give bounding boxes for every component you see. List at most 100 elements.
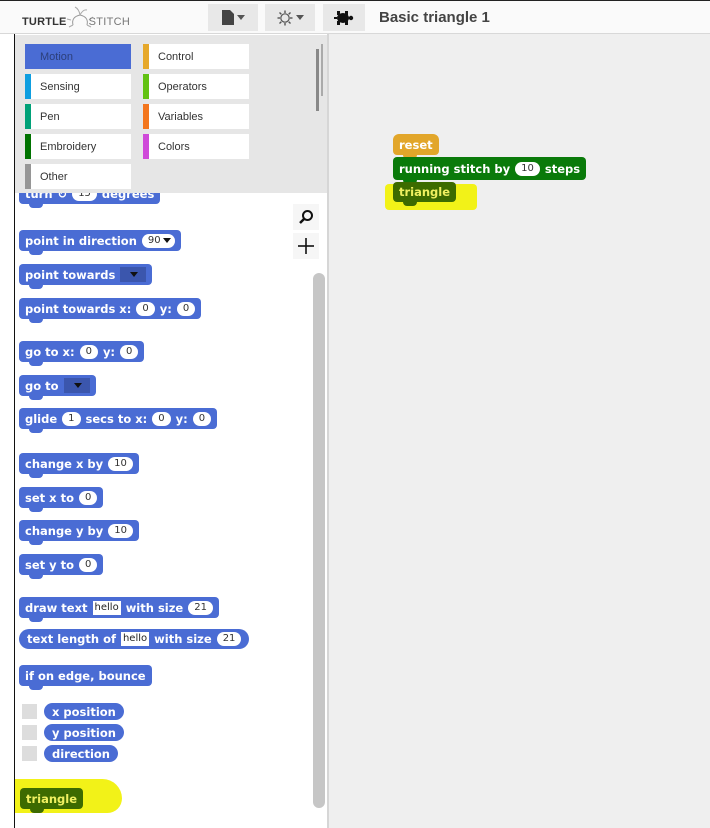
scripting-area[interactable]: reset running stitch by 10 steps triangl…: [329, 34, 710, 828]
category-pen[interactable]: Pen: [25, 104, 131, 129]
target-dropdown[interactable]: [120, 267, 147, 282]
block-text: reset: [399, 137, 433, 152]
category-scrollbar[interactable]: [316, 49, 319, 111]
category-color-swatch: [25, 104, 31, 129]
value-input[interactable]: 0: [78, 490, 98, 505]
x-input[interactable]: 0: [79, 344, 98, 359]
category-motion[interactable]: Motion: [25, 44, 131, 69]
category-label: Control: [158, 50, 194, 63]
target-dropdown[interactable]: [63, 378, 90, 393]
steps-input[interactable]: 10: [515, 161, 540, 176]
block-text: steps: [544, 161, 581, 176]
block-custom-triangle[interactable]: triangle: [20, 788, 84, 813]
turtle-button[interactable]: [323, 4, 365, 31]
category-label: Pen: [40, 110, 60, 123]
category-label: Operators: [158, 80, 207, 93]
block-point-towards[interactable]: point towards: [19, 264, 153, 289]
block-text: degrees: [101, 193, 155, 201]
block-text-length[interactable]: text length of hello with size 21: [19, 629, 250, 649]
category-label: Motion: [40, 50, 74, 63]
size-input[interactable]: 21: [216, 632, 242, 646]
project-title: Basic triangle 1: [379, 9, 490, 26]
value-input[interactable]: 0: [79, 557, 98, 572]
chevron-down-icon: [295, 15, 304, 20]
reporter-y-position[interactable]: y position: [44, 724, 124, 741]
category-color-swatch: [25, 74, 31, 99]
block-go-to[interactable]: go to: [19, 375, 96, 400]
y-input[interactable]: 0: [192, 411, 212, 426]
category-color-swatch: [143, 104, 149, 129]
direction-value: 90: [147, 235, 161, 246]
block-reset[interactable]: reset: [393, 134, 439, 159]
block-custom-triangle[interactable]: triangle: [393, 182, 457, 206]
category-label: Other: [40, 170, 68, 183]
block-text: x position: [52, 704, 116, 719]
top-bar: TURTLE STITCH Basic triangle 1: [0, 0, 710, 34]
block-text: text length of: [27, 632, 116, 646]
category-color-swatch: [143, 74, 149, 99]
reporter-direction[interactable]: direction: [44, 745, 118, 762]
block-text: change x by: [25, 456, 104, 471]
value-input[interactable]: 10: [108, 456, 133, 471]
block-if-on-edge-bounce[interactable]: if on edge, bounce: [19, 665, 152, 690]
reporter-x-position[interactable]: x position: [44, 703, 124, 720]
block-set-y[interactable]: set y to 0: [19, 554, 104, 579]
search-icon: [299, 210, 313, 224]
block-text: y:: [102, 344, 116, 359]
direction-checkbox[interactable]: [22, 746, 37, 761]
degrees-input[interactable]: 15: [72, 193, 97, 201]
category-control[interactable]: Control: [143, 44, 249, 69]
block-running-stitch[interactable]: running stitch by 10 steps: [393, 157, 587, 184]
block-turn[interactable]: turn ↻ 15 degrees: [19, 193, 161, 208]
block-set-x[interactable]: set x to 0: [19, 487, 104, 512]
block-text: with size: [125, 600, 184, 615]
block-text: point towards x:: [25, 301, 132, 316]
category-color-swatch: [25, 164, 31, 189]
search-blocks-button[interactable]: [293, 204, 319, 230]
make-block-button[interactable]: [293, 233, 319, 259]
block-text: set y to: [25, 557, 75, 572]
file-menu-button[interactable]: [208, 4, 258, 31]
direction-dropdown[interactable]: 90: [141, 233, 175, 248]
chevron-down-icon: [162, 238, 171, 243]
y-position-checkbox[interactable]: [22, 725, 37, 740]
text-input[interactable]: hello: [120, 632, 150, 646]
block-change-y[interactable]: change y by 10: [19, 520, 139, 545]
turtlestitch-logo[interactable]: TURTLE STITCH: [22, 5, 130, 31]
block-point-in-direction[interactable]: point in direction 90: [19, 230, 181, 255]
block-text: y:: [159, 301, 172, 316]
settings-menu-button[interactable]: [265, 4, 315, 31]
category-variables[interactable]: Variables: [143, 104, 249, 129]
category-color-swatch: [25, 134, 31, 159]
block-text: turn: [25, 193, 53, 201]
block-draw-text[interactable]: draw text hello with size 21: [19, 597, 219, 622]
y-input[interactable]: 0: [176, 301, 196, 316]
text-input[interactable]: hello: [92, 600, 121, 615]
y-input[interactable]: 0: [120, 344, 139, 359]
x-input[interactable]: 0: [136, 301, 155, 316]
block-text: direction: [52, 746, 110, 761]
block-go-to-xy[interactable]: go to x: 0 y: 0: [19, 341, 145, 366]
palette-scrollbar[interactable]: [313, 273, 325, 808]
logo-text-stitch: STITCH: [88, 16, 131, 28]
block-text: if on edge, bounce: [25, 668, 146, 683]
block-text: go to: [25, 378, 59, 393]
size-input[interactable]: 21: [188, 600, 213, 615]
block-change-x[interactable]: change x by 10: [19, 453, 139, 478]
category-color-swatch: [143, 134, 149, 159]
category-colors[interactable]: Colors: [143, 134, 249, 159]
block-glide[interactable]: glide 1 secs to x: 0 y: 0: [19, 408, 218, 433]
value-input[interactable]: 10: [108, 523, 133, 538]
category-embroidery[interactable]: Embroidery: [25, 134, 131, 159]
block-point-towards-xy[interactable]: point towards x: 0 y: 0: [19, 298, 202, 323]
block-text: glide: [25, 411, 58, 426]
block-text: point towards: [25, 267, 116, 282]
category-sensing[interactable]: Sensing: [25, 74, 131, 99]
category-other[interactable]: Other: [25, 164, 131, 189]
category-operators[interactable]: Operators: [143, 74, 249, 99]
block-text: running stitch by: [399, 161, 511, 176]
category-scrollbar-track: [321, 44, 323, 96]
secs-input[interactable]: 1: [62, 411, 81, 426]
x-position-checkbox[interactable]: [22, 704, 37, 719]
x-input[interactable]: 0: [152, 411, 171, 426]
